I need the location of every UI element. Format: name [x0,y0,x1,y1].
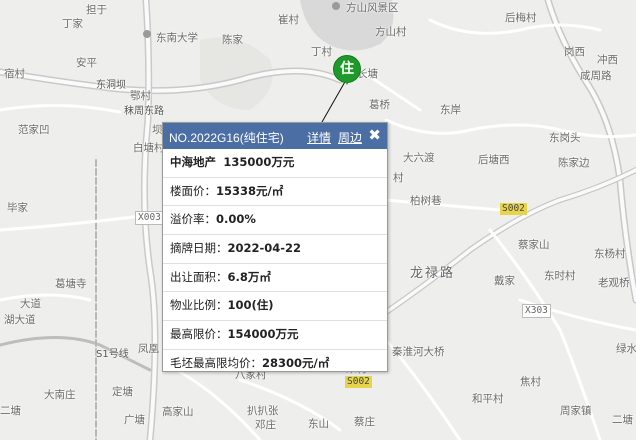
place-label: 陈家边 [558,157,590,169]
place-label: 岗西 [564,46,585,58]
place-label: 蔡家山 [518,239,550,251]
place-label: 老观桥 [598,277,630,289]
place-label: 东时村 [544,270,576,282]
poi-icon [143,30,151,38]
place-label: 凤凰 [138,343,159,355]
poi-icon [332,2,340,10]
developer-row: 中海地产 135000万元 [163,149,387,178]
place-label: 大道 [20,298,41,310]
road-label: 秣周东路 [124,106,164,117]
place-label: 葛塘寺 [55,278,87,290]
place-label: 二塘 [612,414,633,426]
place-label: 戴家 [494,275,515,287]
row-label: 出让面积： [170,269,228,284]
row-value: 6.8万㎡ [227,269,271,284]
place-label: 后梅村 [505,12,537,24]
row-label: 最高限价： [170,327,228,342]
place-label: 白塘村 [133,142,165,154]
place-label: 方山村 [375,26,407,38]
place-label: 二塘 [0,405,21,417]
place-label: 邓庄 [255,419,276,431]
marker-tail [343,78,351,85]
place-label: 担于 [86,4,107,16]
deal-date-row: 摘牌日期：2022-04-22 [163,235,387,264]
place-label: 方山风景区 [346,2,399,14]
place-label: 陈家 [222,34,243,46]
place-label: 安平 [76,57,97,69]
road-number-badge: X303 [522,304,551,318]
popup-rows: 中海地产 135000万元 楼面价：15338元/㎡ 溢价率：0.00% 摘牌日… [163,149,387,378]
row-value: 100(住) [227,298,274,313]
place-label: 高家山 [162,406,194,418]
road-label: 东洞坝 [96,80,126,91]
nearby-link[interactable]: 周边 [338,129,362,146]
row-label: 摘牌日期： [170,241,228,256]
premium-rate-row: 溢价率：0.00% [163,206,387,236]
land-info-popup: NO.2022G16(纯住宅) 详情 周边 ✖ 中海地产 135000万元 楼面… [162,122,388,372]
place-label: 葛桥 [369,99,390,111]
popup-title: NO.2022G16(纯住宅) [169,131,284,145]
row-value: 154000万元 [227,327,299,342]
place-label: 范家凹 [18,124,50,136]
details-link[interactable]: 详情 [307,129,331,146]
place-label: 东南大学 [156,32,198,44]
place-label: 定塘 [112,386,133,398]
marker-leader-line [321,79,347,123]
place-label: 毕家 [7,202,28,214]
row-value: 135000万元 [223,155,295,169]
road-number-badge: S002 [345,376,372,388]
max-unit-price-row: 毛坯最高限均价：28300元/㎡ [163,350,387,378]
place-label: 冲西 [597,54,618,66]
floor-price-row: 楼面价：15338元/㎡ [163,178,387,207]
place-label: 蔡庄 [354,416,375,428]
road-label: S1号线 [96,349,129,360]
row-value: 28300元/㎡ [262,355,330,370]
place-label: 坝 [152,124,163,136]
place-label: 丁家 [62,18,83,30]
row-label: 溢价率： [170,212,216,227]
place-label: 宿村 [4,68,25,80]
row-value: 2022-04-22 [227,241,302,256]
place-label: 东岸 [440,104,461,116]
row-value: 15338元/㎡ [216,183,284,198]
place-label: 崔村 [278,14,299,26]
place-label: 后塘西 [478,154,510,166]
place-label: 广塘 [124,414,145,426]
place-label: 周家镇 [560,405,592,417]
place-label: 东山 [308,418,329,430]
place-label: 柏树巷 [410,195,442,207]
land-area-row: 出让面积：6.8万㎡ [163,264,387,293]
row-label: 中海地产 [170,155,216,169]
place-label: 和平村 [472,393,504,405]
place-label: 大六渡 [403,152,435,164]
road-number-badge: S002 [500,203,527,215]
place-label: 村 [393,172,404,184]
row-label: 物业比例： [170,298,228,313]
max-price-row: 最高限价：154000万元 [163,321,387,350]
place-label: 湖大道 [4,314,36,326]
place-label: 东岗头 [549,132,581,144]
place-label: 绿水 [616,343,636,355]
place-label: 东杨村 [594,248,626,260]
place-label: 大南庄 [44,389,76,401]
place-label: 鄂村 [130,90,151,102]
place-label: 秦淮河大桥 [392,346,445,358]
close-icon[interactable]: ✖ [368,126,381,144]
place-label: 焦村 [520,376,541,388]
row-label: 楼面价： [170,183,216,198]
road-name-label: 龙禄路 [410,266,456,281]
popup-header: NO.2022G16(纯住宅) 详情 周边 ✖ [163,123,387,149]
row-value: 0.00% [216,212,256,227]
place-label: 扒扒张 [247,405,279,417]
row-label: 毛坯最高限均价： [170,355,262,370]
place-label: 丁村 [311,46,332,58]
road-number-badge: X003 [135,211,164,225]
place-label: 咸周路 [580,70,612,82]
property-ratio-row: 物业比例：100(住) [163,292,387,322]
